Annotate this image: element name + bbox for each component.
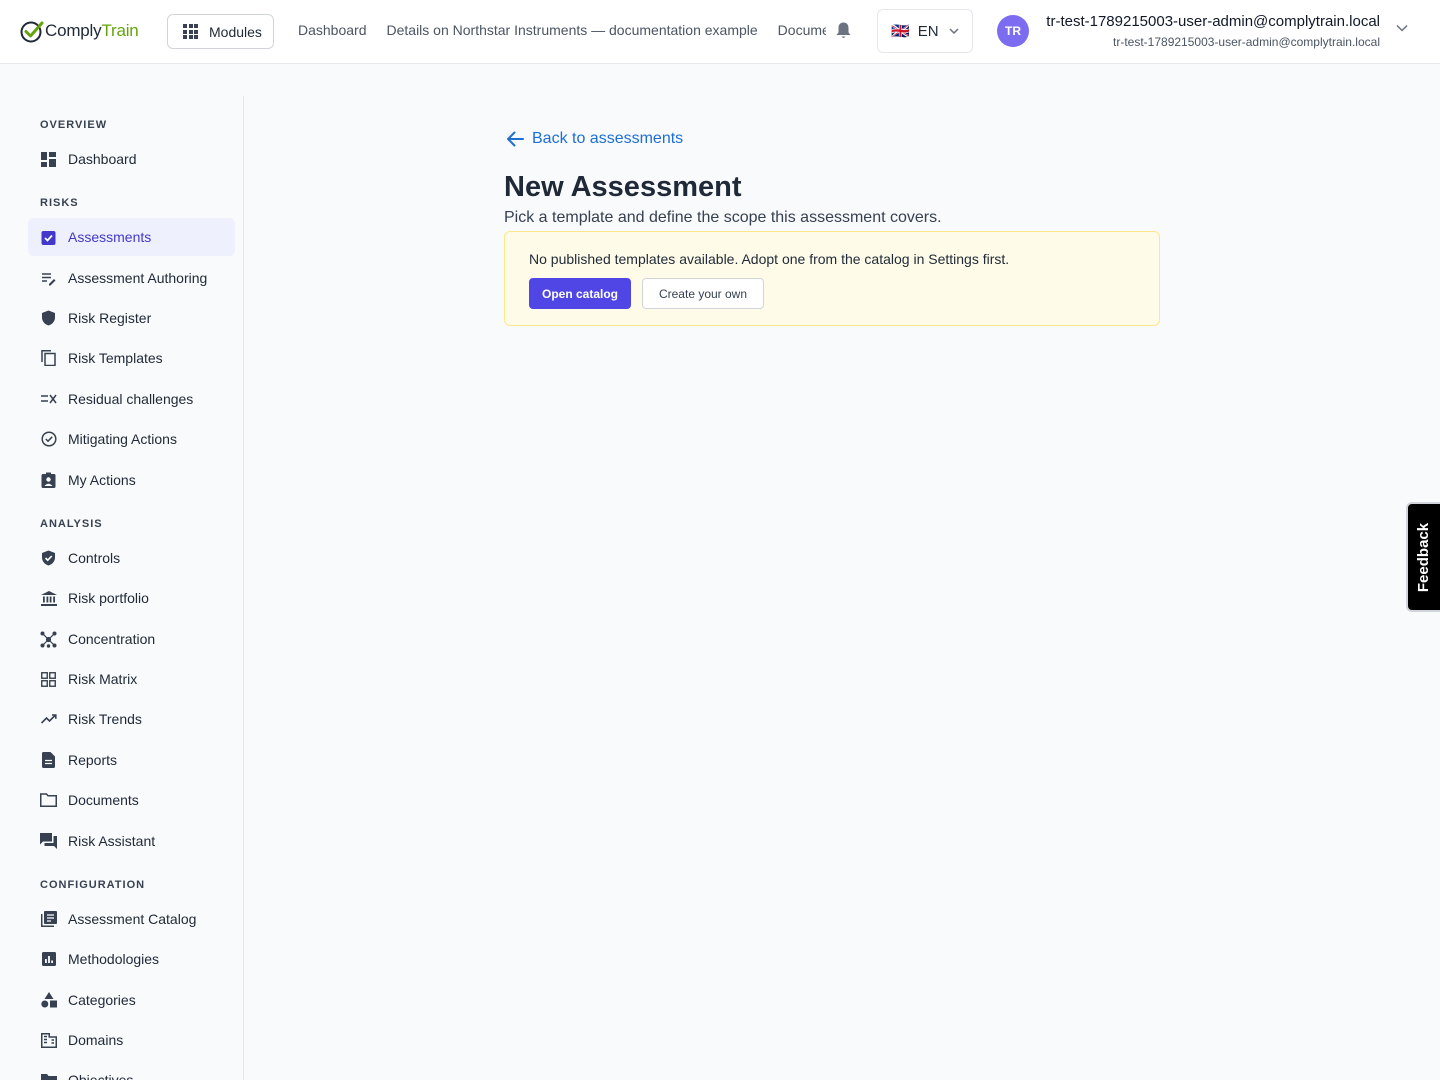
rule-icon — [40, 391, 57, 408]
sidebar-item-categories[interactable]: Categories — [28, 981, 235, 1019]
arrow-left-icon — [507, 131, 524, 147]
check-circle-icon — [40, 431, 57, 448]
hub-icon — [40, 631, 57, 648]
apps-grid-icon — [183, 24, 198, 39]
chat-icon — [40, 833, 57, 850]
open-catalog-button[interactable]: Open catalog — [529, 278, 631, 309]
sidebar-item-label: Risk Assistant — [68, 833, 156, 849]
sidebar-item-label: Assessments — [68, 229, 152, 245]
sidebar-item-label: Reports — [68, 752, 118, 768]
user-name: tr-test-1789215003-user-admin@complytrai… — [1046, 13, 1380, 30]
sidebar-item-label: Documents — [68, 792, 139, 808]
sidebar-item-reports[interactable]: Reports — [28, 741, 235, 779]
chevron-down-icon — [949, 28, 959, 34]
sidebar-item-documents[interactable]: Documents — [28, 781, 235, 819]
feedback-tab[interactable]: Feedback — [1406, 502, 1440, 612]
sidebar-item-methodologies[interactable]: Methodologies — [28, 940, 235, 978]
sidebar-item-assessment-catalog[interactable]: Assessment Catalog — [28, 900, 235, 938]
sidebar-item-assessment-authoring[interactable]: Assessment Authoring — [28, 259, 235, 297]
grid-icon — [40, 671, 57, 688]
sidebar-item-label: Assessment Authoring — [68, 270, 208, 286]
bank-icon — [40, 590, 57, 607]
sidebar-item-risk-matrix[interactable]: Risk Matrix — [28, 660, 235, 698]
building-icon — [40, 1032, 57, 1049]
sidebar-item-risk-trends[interactable]: Risk Trends — [28, 700, 235, 738]
language-selector[interactable]: 🇬🇧 EN — [877, 9, 973, 53]
sidebar-item-label: My Actions — [68, 472, 136, 488]
sidebar-item-label: Risk Register — [68, 310, 152, 326]
shield-check-icon — [40, 550, 57, 567]
section-label-analysis: ANALYSIS — [40, 518, 103, 530]
top-nav: Dashboard Details on Northstar Instrument… — [298, 22, 826, 42]
sidebar-item-mitigating-actions[interactable]: Mitigating Actions — [28, 420, 235, 458]
clipboard-check-icon — [40, 229, 57, 246]
sidebar-item-risk-portfolio[interactable]: Risk portfolio — [28, 579, 235, 617]
sidebar-item-label: Concentration — [68, 631, 156, 647]
sidebar-item-label: Controls — [68, 550, 121, 566]
nav-link-details[interactable]: Details on Northstar Instruments — docum… — [387, 22, 758, 38]
assignment-ind-icon — [40, 472, 57, 489]
check-circle-logo-icon — [20, 21, 44, 43]
sidebar-item-concentration[interactable]: Concentration — [28, 620, 235, 658]
sidebar-item-controls[interactable]: Controls — [28, 539, 235, 577]
folder-fill-icon — [40, 1072, 57, 1080]
dashboard-icon — [40, 151, 57, 168]
shapes-icon — [40, 992, 57, 1009]
chart-box-icon — [40, 951, 57, 968]
section-label-configuration: CONFIGURATION — [40, 879, 146, 891]
sidebar-item-label: Risk portfolio — [68, 590, 149, 606]
catalog-icon — [40, 911, 57, 928]
sidebar-item-label: Domains — [68, 1032, 124, 1048]
sidebar-item-label: Residual challenges — [68, 391, 194, 407]
create-your-own-button[interactable]: Create your own — [642, 278, 764, 309]
sidebar: OVERVIEW Dashboard RISKS Assessments Ass… — [0, 96, 244, 1080]
sidebar-item-label: Risk Matrix — [68, 671, 138, 687]
sidebar-item-objectives[interactable]: Objectives — [28, 1061, 235, 1080]
nav-link-dashboard[interactable]: Dashboard — [298, 22, 367, 38]
back-to-assessments-link[interactable]: Back to assessments — [506, 130, 683, 148]
modules-button[interactable]: Modules — [167, 14, 274, 49]
sidebar-item-assessments[interactable]: Assessments — [28, 218, 235, 256]
language-code: EN — [917, 22, 939, 40]
report-icon — [40, 752, 57, 769]
sidebar-item-risk-assistant[interactable]: Risk Assistant — [28, 822, 235, 860]
sidebar-item-risk-templates[interactable]: Risk Templates — [28, 339, 235, 377]
feedback-label: Feedback — [1415, 522, 1433, 592]
sidebar-item-my-actions[interactable]: My Actions — [28, 461, 235, 499]
brand-logo[interactable]: ComplyTrain — [19, 17, 139, 45]
folder-icon — [40, 792, 57, 809]
section-label-overview: OVERVIEW — [40, 119, 108, 131]
back-link-label: Back to assessments — [532, 130, 684, 147]
top-bar: ComplyTrain Modules Dashboard Details on … — [0, 0, 1440, 64]
brand-name: ComplyTrain — [45, 21, 139, 40]
sidebar-item-label: Objectives — [68, 1072, 134, 1080]
sidebar-item-label: Risk Templates — [68, 350, 163, 366]
sidebar-item-label: Mitigating Actions — [68, 431, 177, 447]
user-email: tr-test-1789215003-user-admin@complytrai… — [1113, 35, 1380, 49]
sidebar-item-label: Methodologies — [68, 951, 160, 967]
page-subtitle: Pick a template and define the scope thi… — [504, 209, 942, 226]
notice-text: No published templates available. Adopt … — [529, 251, 1010, 267]
edit-list-icon — [40, 270, 57, 287]
sidebar-item-risk-register[interactable]: Risk Register — [28, 299, 235, 337]
trend-icon — [40, 711, 57, 728]
user-menu-chevron-icon[interactable] — [1396, 24, 1408, 32]
sidebar-item-label: Assessment Catalog — [68, 911, 197, 927]
shield-icon — [40, 310, 57, 327]
page-title: New Assessment — [504, 171, 742, 203]
nav-link-documents[interactable]: Documents — [778, 22, 826, 38]
uk-flag-icon: 🇬🇧 — [891, 23, 910, 40]
avatar[interactable]: TR — [997, 15, 1029, 47]
bell-icon[interactable] — [835, 21, 852, 40]
copy-icon — [40, 350, 57, 367]
sidebar-item-dashboard[interactable]: Dashboard — [28, 140, 235, 178]
sidebar-item-label: Categories — [68, 992, 136, 1008]
sidebar-item-domains[interactable]: Domains — [28, 1021, 235, 1059]
sidebar-item-residual-challenges[interactable]: Residual challenges — [28, 380, 235, 418]
modules-label: Modules — [209, 23, 262, 40]
section-label-risks: RISKS — [40, 197, 79, 209]
no-templates-notice: No published templates available. Adopt … — [504, 231, 1160, 326]
sidebar-item-label: Dashboard — [68, 151, 137, 167]
sidebar-item-label: Risk Trends — [68, 711, 142, 727]
